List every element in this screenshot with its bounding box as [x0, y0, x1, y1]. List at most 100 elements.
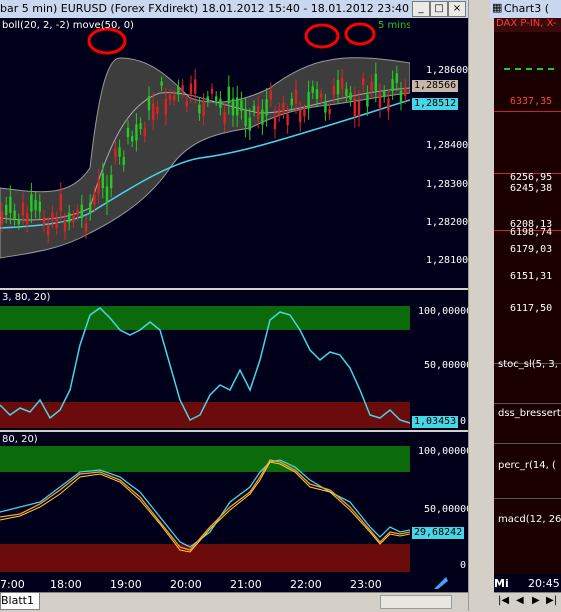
- candle-body: [84, 223, 88, 232]
- candle-body: [110, 175, 113, 188]
- candle-body: [299, 110, 302, 123]
- candle-body: [231, 98, 235, 116]
- oscillator-2-axis: 100,00000 50,00000 0 29,68242: [410, 432, 472, 574]
- right-window-title: Chart3 (: [504, 2, 550, 15]
- nav-next-icon[interactable]: ▶: [532, 595, 540, 606]
- nav-last-icon[interactable]: ▶|: [546, 595, 557, 606]
- candle-body: [294, 89, 298, 104]
- candle-body: [357, 100, 361, 117]
- maximize-button[interactable]: □: [430, 1, 448, 17]
- candle-body: [59, 193, 62, 211]
- close-button[interactable]: ×: [448, 1, 466, 17]
- candle-body: [328, 108, 331, 115]
- right-indicator-label: dss_bressert(: [498, 408, 561, 419]
- candle-body: [139, 123, 142, 129]
- candle-body: [101, 173, 104, 188]
- draw-tool-icon[interactable]: [432, 575, 450, 591]
- price-tick: 1,28200: [426, 217, 469, 228]
- candle-body: [156, 106, 159, 114]
- candle-body: [42, 216, 46, 225]
- right-time-label: Mi: [494, 577, 509, 590]
- candle-body: [26, 213, 29, 224]
- candle-body: [34, 199, 37, 210]
- annotation-circle: [304, 23, 340, 49]
- annotation-circle: [87, 27, 127, 55]
- candle-body: [223, 112, 226, 124]
- osc2-tick: 0: [460, 560, 467, 571]
- oscillator-1-label: 3, 80, 20): [2, 292, 51, 303]
- candle-body: [244, 109, 247, 126]
- right-chart-header: DAX P-IN, X-: [494, 18, 561, 32]
- candle-body: [126, 127, 130, 137]
- oscillator-1-svg: [0, 307, 410, 424]
- candle-body: [194, 79, 197, 94]
- right-price: 6337,35: [510, 96, 553, 107]
- chart-icon: ▦: [492, 1, 503, 14]
- candle-body: [320, 93, 323, 98]
- candle-body: [30, 194, 33, 212]
- candle-body: [105, 186, 109, 204]
- candle-body: [0, 211, 4, 224]
- candle-body: [252, 105, 256, 111]
- candle-body: [80, 204, 83, 219]
- price-tag-upper: 1,28566: [412, 80, 459, 92]
- candle-body: [173, 95, 176, 101]
- candle-body: [374, 73, 377, 91]
- candle-body: [248, 117, 251, 131]
- oscillator-2-panel[interactable]: 80, 20): [0, 432, 410, 574]
- candle-body: [38, 201, 41, 212]
- candle-body: [257, 105, 260, 119]
- osc2-tick: 100,00000: [418, 446, 473, 457]
- right-time-axis: Mi 20:45: [494, 574, 561, 592]
- candle-body: [160, 81, 163, 86]
- price-tick: 1,28300: [426, 179, 469, 190]
- candle-body: [391, 79, 394, 92]
- candle-body: [282, 103, 285, 112]
- price-tag-lower: 1,28512: [412, 98, 459, 110]
- time-tick: 21:00: [230, 578, 262, 591]
- candle-body: [47, 225, 50, 236]
- indicator-label: boll(20, 2, -2) move(50, 0): [2, 20, 134, 31]
- candle-body: [399, 90, 403, 102]
- candle-body: [122, 157, 125, 165]
- candle-body: [21, 202, 25, 216]
- candle-body: [378, 93, 382, 108]
- candle-body: [341, 77, 344, 90]
- osc1-value-tag: 1,03453: [412, 416, 459, 428]
- candle-body: [185, 101, 188, 107]
- sheet-tab[interactable]: Blatt1: [0, 593, 40, 610]
- candle-body: [9, 196, 12, 213]
- oscillator-2-line-cyan: [0, 459, 410, 548]
- candle-body: [198, 104, 201, 114]
- minimize-button[interactable]: _: [412, 1, 430, 17]
- horizontal-scrollbar[interactable]: [380, 595, 452, 609]
- right-price: 6256,95: [510, 172, 553, 183]
- candle-body: [143, 128, 146, 137]
- window-title: bar 5 min) EURUSD (Forex FXdirekt) 18.01…: [0, 2, 409, 15]
- candle-body: [404, 86, 407, 97]
- right-window-title-bar: ▦ Chart3 (: [490, 0, 561, 18]
- candle-body: [383, 91, 386, 97]
- candle-body: [164, 98, 167, 115]
- candle-body: [273, 115, 277, 130]
- candle-body: [366, 94, 369, 107]
- price-axis: 1,28600 1,28400 1,28300 1,28200 1,28100 …: [410, 18, 468, 288]
- nav-prev-icon[interactable]: ◀: [516, 595, 524, 606]
- candle-body: [332, 85, 335, 96]
- price-tick: 1,28100: [426, 255, 469, 266]
- candle-body: [265, 99, 268, 116]
- oscillator-1-panel[interactable]: 3, 80, 20): [0, 290, 410, 430]
- candle-body: [5, 204, 8, 216]
- window-splitter[interactable]: [468, 0, 491, 611]
- annotation-circle: [344, 22, 376, 46]
- right-time-label: 20:45: [528, 577, 560, 590]
- candle-body: [261, 109, 264, 125]
- right-chart-green-line: [504, 68, 554, 70]
- candle-body: [215, 96, 218, 101]
- oscillator-1-axis: 100,00000 50,00000 0 1,03453: [410, 290, 472, 430]
- candle-body: [118, 147, 121, 157]
- candle-body: [311, 86, 314, 93]
- nav-first-icon[interactable]: |◀: [498, 595, 509, 606]
- right-chart-divider: [494, 403, 561, 404]
- price-chart-panel[interactable]: boll(20, 2, -2) move(50, 0) 5 mins: [0, 18, 412, 288]
